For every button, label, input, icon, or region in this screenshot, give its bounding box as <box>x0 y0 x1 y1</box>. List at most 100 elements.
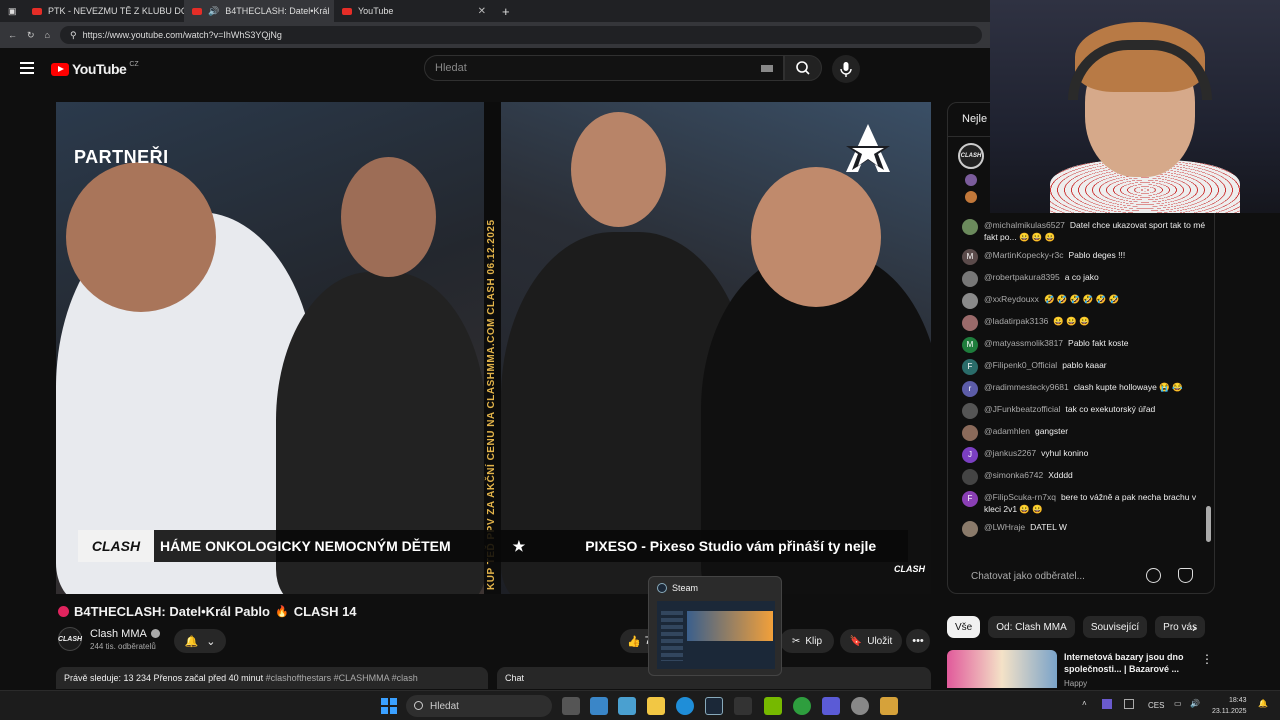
home-icon[interactable]: ⌂ <box>45 30 50 40</box>
hashtags[interactable]: #clashofthestars #CLASHMMA #clash <box>266 673 418 683</box>
more-vert-icon[interactable]: ⋮ <box>1201 652 1213 666</box>
settings-gear-icon[interactable] <box>851 697 869 715</box>
back-icon[interactable]: ← <box>8 30 17 40</box>
author-name[interactable]: @LWHraje <box>984 522 1025 532</box>
windows-start-icon[interactable] <box>381 698 397 714</box>
network-icon[interactable]: ▭ <box>1174 699 1182 708</box>
tab-actions-icon[interactable]: ▣ <box>0 0 24 22</box>
steam-preview-thumbnail[interactable] <box>657 601 775 669</box>
hamburger-menu-icon[interactable] <box>20 62 34 74</box>
pinned-avatar[interactable] <box>965 191 977 203</box>
pinned-avatar[interactable] <box>965 174 977 186</box>
author-name[interactable]: @simonka6742 <box>984 470 1043 480</box>
author-avatar[interactable] <box>962 425 978 441</box>
clip-button[interactable]: ✂ Klip <box>780 629 834 653</box>
app-icon[interactable] <box>734 697 752 715</box>
author-name[interactable]: @jankus2267 <box>984 448 1036 458</box>
volume-icon[interactable]: 🔊 <box>1190 699 1200 708</box>
save-button[interactable]: 🔖 Uložit <box>840 629 902 653</box>
youtube-logo[interactable]: YouTube CZ <box>51 61 139 77</box>
author-avatar[interactable]: r <box>962 381 978 397</box>
chip-from-channel[interactable]: Od: Clash MMA <box>988 616 1075 638</box>
file-explorer-icon[interactable] <box>647 697 665 715</box>
author-avatar[interactable] <box>962 521 978 537</box>
channel-avatar[interactable]: CLASH <box>58 627 82 651</box>
author-avatar[interactable] <box>962 271 978 287</box>
nvidia-icon[interactable] <box>764 697 782 715</box>
edge-browser-icon[interactable] <box>676 697 694 715</box>
chat-scrollbar[interactable] <box>1206 506 1211 542</box>
chat-message: @LWHraje DATEL W <box>962 521 1206 537</box>
tray-app-icon[interactable] <box>1124 699 1134 709</box>
author-name[interactable]: @xxReydouxx <box>984 294 1039 304</box>
author-avatar[interactable] <box>962 469 978 485</box>
chat-input[interactable]: Chatovat jako odběratel... <box>957 564 1207 588</box>
chip-all[interactable]: Vše <box>947 616 981 638</box>
chevron-up-icon[interactable]: ˄ <box>1082 699 1087 708</box>
reload-icon[interactable]: ↻ <box>27 30 35 41</box>
author-avatar[interactable] <box>962 293 978 309</box>
heart-icon[interactable] <box>1178 568 1193 583</box>
author-name[interactable]: @ladatirpak3136 <box>984 316 1048 326</box>
tab-youtube[interactable]: YouTube ✕ <box>334 0 494 22</box>
author-name[interactable]: @FilipScuka-rn7xq <box>984 492 1056 502</box>
author-avatar[interactable]: M <box>962 337 978 353</box>
author-name[interactable]: @Filipenk0_Official <box>984 360 1057 370</box>
language-indicator[interactable]: CES <box>1148 701 1164 710</box>
recommended-video[interactable]: Internetová bazary jsou dno společnosti.… <box>947 650 1215 688</box>
xbox-icon[interactable] <box>793 697 811 715</box>
search-input[interactable]: Hledat <box>424 55 784 81</box>
tray-app-icon[interactable] <box>1102 699 1112 709</box>
keyboard-icon[interactable] <box>761 65 773 72</box>
taskbar-clock[interactable]: 18:43 23.11.2025 <box>1212 695 1247 717</box>
clash-star-logo-icon <box>846 124 890 172</box>
close-icon[interactable]: ✕ <box>478 6 486 17</box>
author-avatar[interactable]: F <box>962 491 978 507</box>
more-actions-button[interactable]: ••• <box>906 629 930 653</box>
chip-for-you[interactable]: Pro vás <box>1155 616 1206 638</box>
steam-taskbar-icon[interactable] <box>705 697 723 715</box>
chip-related[interactable]: Související <box>1082 616 1148 638</box>
author-name[interactable]: @matyassmolik3817 <box>984 338 1063 348</box>
author-name[interactable]: @adamhlen <box>984 426 1030 436</box>
tab-ptk[interactable]: PTK - NEVEZMU TĚ Z KLUBU DO... ✕ <box>24 0 184 22</box>
channel-name[interactable]: Clash MMA <box>90 628 160 640</box>
author-avatar[interactable] <box>962 403 978 419</box>
recommended-thumbnail[interactable] <box>947 650 1057 688</box>
author-name[interactable]: @MartinKopecky-r3c <box>984 250 1063 260</box>
description-box[interactable]: Právě sleduje: 13 234 Přenos začal před … <box>56 667 488 689</box>
steam-window-preview[interactable]: Steam <box>648 576 782 676</box>
new-tab-button[interactable]: + <box>494 0 518 22</box>
recommended-channel[interactable]: Happy <box>1064 679 1087 688</box>
app-icon[interactable] <box>590 697 608 715</box>
author-name[interactable]: @JFunkbeatzofficial <box>984 404 1061 414</box>
taskbar-search[interactable]: Hledat <box>406 695 552 717</box>
app-icon[interactable] <box>618 697 636 715</box>
video-player[interactable]: PARTNEŘI KUP TEĎ PPV ZA AKČNÍ CENU NA CL… <box>56 102 931 594</box>
tab-b4theclash[interactable]: 🔊 B4THECLASH: Datel•Král ✕ <box>184 0 334 22</box>
chevron-right-icon[interactable]: › <box>1192 620 1196 635</box>
recommended-title[interactable]: Internetová bazary jsou dno společnosti.… <box>1064 651 1199 675</box>
pinned-avatar[interactable]: CLASH <box>958 143 984 169</box>
app-icon[interactable] <box>822 697 840 715</box>
author-avatar[interactable] <box>962 219 978 235</box>
search-button[interactable] <box>784 55 822 81</box>
task-view-icon[interactable] <box>562 697 580 715</box>
site-info-icon[interactable]: ⚲ <box>70 30 77 41</box>
author-avatar[interactable] <box>962 315 978 331</box>
url-text: https://www.youtube.com/watch?v=IhWhS3YQ… <box>82 30 282 40</box>
author-name[interactable]: @radimmestecky9681 <box>984 382 1069 392</box>
app-icon[interactable] <box>880 697 898 715</box>
address-bar[interactable]: ⚲ https://www.youtube.com/watch?v=IhWhS3… <box>59 26 982 44</box>
notification-icon[interactable]: 🔔 <box>1258 699 1268 708</box>
author-avatar[interactable]: J <box>962 447 978 463</box>
author-avatar[interactable]: F <box>962 359 978 375</box>
emoji-icon[interactable] <box>1146 568 1161 583</box>
tab-title: YouTube <box>358 6 394 16</box>
author-avatar[interactable]: M <box>962 249 978 265</box>
author-name[interactable]: @robertpakura8395 <box>984 272 1060 282</box>
voice-search-button[interactable] <box>832 55 860 83</box>
speaker-icon[interactable]: 🔊 <box>208 6 219 17</box>
notification-bell-button[interactable]: 🔔 ⌄ <box>174 629 226 653</box>
author-name[interactable]: @michalmikulas6527 <box>984 220 1065 230</box>
